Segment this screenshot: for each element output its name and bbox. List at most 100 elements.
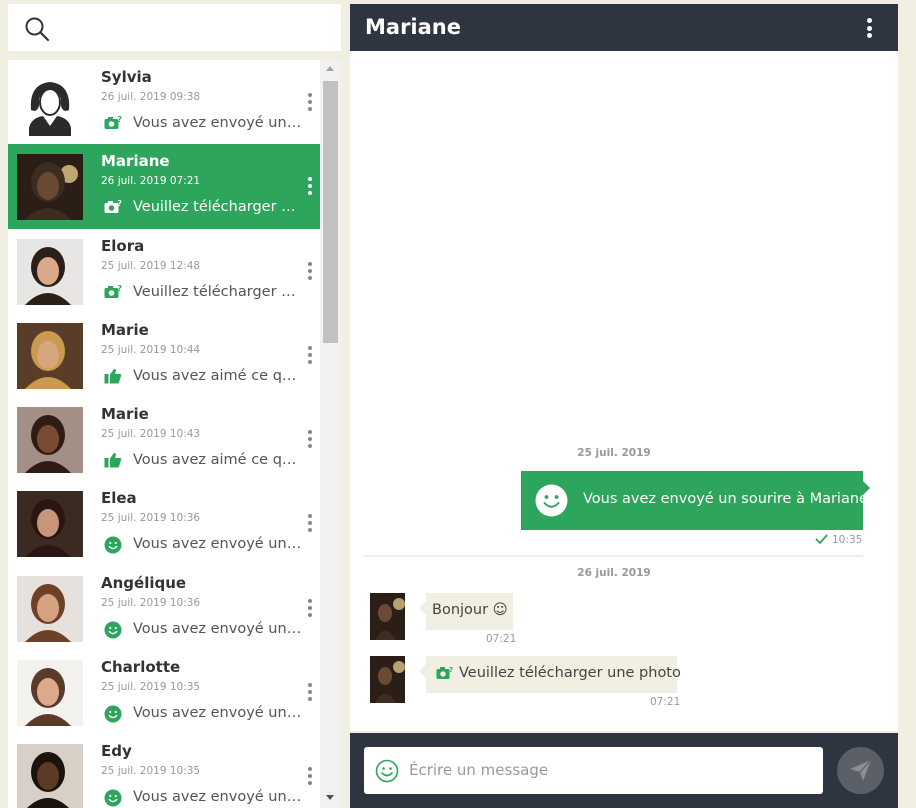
smiley-icon [104, 621, 122, 639]
avatar[interactable] [17, 491, 83, 558]
send-button[interactable] [837, 747, 884, 794]
avatar[interactable] [17, 238, 83, 305]
sent-message-text: Vous avez envoyé un sourire à Mariane [583, 491, 868, 507]
avatar[interactable] [17, 322, 83, 389]
conversation-date: 25 juil. 2019 10:35 [101, 765, 201, 778]
message-composer [350, 733, 898, 808]
sent-message-bubble: Vous avez envoyé un sourire à Mariane [521, 471, 870, 530]
thumbs-up-icon [104, 452, 122, 470]
conversation-date: 26 juil. 2019 09:38 [101, 91, 201, 103]
emoji-picker-icon[interactable] [375, 759, 399, 783]
conversation-last-message: Vous avez envoyé un sourire [133, 705, 303, 722]
conversation-name: Mariane [101, 152, 170, 171]
more-options-icon[interactable] [866, 18, 872, 40]
message-input[interactable] [409, 755, 809, 785]
more-options-icon[interactable] [307, 93, 313, 115]
message-time: 07:21 [486, 633, 517, 645]
message-field[interactable] [364, 747, 823, 794]
search-box[interactable] [8, 4, 341, 51]
conversation-item[interactable]: Mariane 26 juil. 2019 07:21? Veuillez télé… [8, 144, 320, 229]
conversation-name: Charlotte [101, 658, 181, 677]
smiley-icon [535, 484, 568, 517]
conversation-item[interactable]: Marie 25 juil. 2019 10:43 Vous avez aimé c… [8, 397, 320, 481]
more-options-icon[interactable] [307, 514, 313, 536]
conversation-last-message: Vous avez envoyé un sourire [133, 789, 303, 806]
sent-message-meta: 10:35 [815, 534, 862, 546]
avatar[interactable] [17, 575, 83, 642]
chat-messages: 25 juil. 2019 Vous avez envoyé un sourir… [350, 51, 898, 731]
search-input[interactable] [60, 12, 330, 44]
camera-icon: ? [104, 284, 122, 302]
conversation-last-message: Vous avez envoyé un sourire [133, 620, 303, 637]
smiley-icon [104, 705, 122, 723]
conversation-last-message: Vous avez envoyé un sourire [133, 536, 303, 553]
more-options-icon[interactable] [307, 430, 313, 452]
scrollbar[interactable] [320, 60, 341, 808]
check-icon [815, 534, 828, 544]
conversation-last-message: Vous avez aimé ce qu'elle a posté [133, 367, 303, 384]
smiley-icon [104, 536, 122, 554]
conversation-item[interactable]: Marie 25 juil. 2019 10:44 Vous avez aimé c… [8, 313, 320, 397]
scroll-up-arrow-icon[interactable] [326, 66, 334, 71]
camera-icon: ? [104, 199, 122, 217]
conversation-last-message: Vous avez aimé ce qu'elle a posté [133, 452, 303, 469]
search-icon [25, 17, 50, 42]
avatar[interactable] [370, 656, 405, 703]
conversation-item[interactable]: Elea 25 juil. 2019 10:36 Vous avez envoyé … [8, 481, 320, 565]
avatar[interactable] [17, 154, 83, 221]
conversation-name: Marie [101, 405, 149, 424]
conversation-list: Sylvia 26 juil. 2019 09:38? Vous avez envo… [8, 60, 320, 808]
avatar[interactable] [17, 660, 83, 727]
conversation-name: Elora [101, 236, 145, 255]
conversation-name: Sylvia [101, 68, 152, 86]
smiley-icon [104, 789, 122, 807]
conversation-item[interactable]: Angélique 25 juil. 2019 10:36 Vous avez en… [8, 566, 320, 650]
scroll-down-arrow-icon[interactable] [326, 795, 334, 800]
conversation-name: Marie [101, 320, 149, 339]
conversation-date: 25 juil. 2019 12:48 [101, 259, 201, 272]
received-message-bubble: ? Veuillez télécharger une photo [419, 656, 681, 693]
conversation-date: 25 juil. 2019 10:43 [101, 428, 201, 441]
conversation-item[interactable]: Edy 25 juil. 2019 10:35 Vous avez envoyé u… [8, 734, 320, 808]
conversation-name: Angélique [101, 573, 187, 592]
conversation-name: Elea [101, 489, 137, 508]
conversation-item[interactable]: Elora 25 juil. 2019 12:48? Veuillez téléch… [8, 229, 320, 313]
camera-icon: ? [104, 115, 122, 133]
conversation-date: 25 juil. 2019 10:36 [101, 512, 201, 525]
avatar[interactable] [17, 70, 83, 136]
svg-text:?: ? [118, 115, 122, 124]
svg-text:?: ? [118, 284, 122, 293]
more-options-icon[interactable] [307, 767, 313, 789]
more-options-icon[interactable] [307, 345, 313, 368]
svg-text:?: ? [118, 199, 122, 208]
chat-header: Mariane [350, 4, 898, 51]
avatar[interactable] [17, 407, 83, 474]
message-time: 07:21 [650, 696, 681, 708]
conversation-item[interactable]: Charlotte 25 juil. 2019 10:35 Vous avez en… [8, 650, 320, 734]
scroll-thumb[interactable] [323, 81, 338, 343]
divider [364, 555, 863, 557]
more-options-icon[interactable] [307, 177, 313, 199]
more-options-icon[interactable] [307, 683, 313, 705]
conversation-date: 25 juil. 2019 10:44 [101, 343, 201, 356]
more-options-icon[interactable] [307, 261, 313, 284]
conversation-last-message: Veuillez télécharger une photo [133, 283, 303, 300]
conversation-item[interactable]: Sylvia 26 juil. 2019 09:38? Vous avez envo… [8, 60, 320, 144]
received-message-text: Bonjour ☺ [432, 602, 508, 618]
conversation-name: Edy [101, 742, 132, 761]
conversation-last-message: Veuillez télécharger une photo [133, 199, 303, 216]
chat-title: Mariane [365, 15, 461, 39]
conversation-date: 25 juil. 2019 10:36 [101, 596, 201, 609]
more-options-icon[interactable] [307, 598, 313, 621]
conversation-date: 25 juil. 2019 10:35 [101, 681, 201, 694]
sent-message-time: 10:35 [832, 534, 863, 546]
avatar[interactable] [370, 593, 405, 640]
send-icon [850, 759, 872, 781]
conversation-list-panel: Sylvia 26 juil. 2019 09:38? Vous avez envo… [8, 60, 341, 808]
conversation-last-message: Vous avez envoyé une demande de photo [133, 115, 303, 131]
svg-text:?: ? [449, 666, 453, 674]
conversation-date: 26 juil. 2019 07:21 [101, 175, 201, 188]
received-message-bubble: Bonjour ☺ [419, 593, 513, 630]
camera-icon: ? [436, 666, 453, 679]
avatar[interactable] [17, 744, 83, 808]
